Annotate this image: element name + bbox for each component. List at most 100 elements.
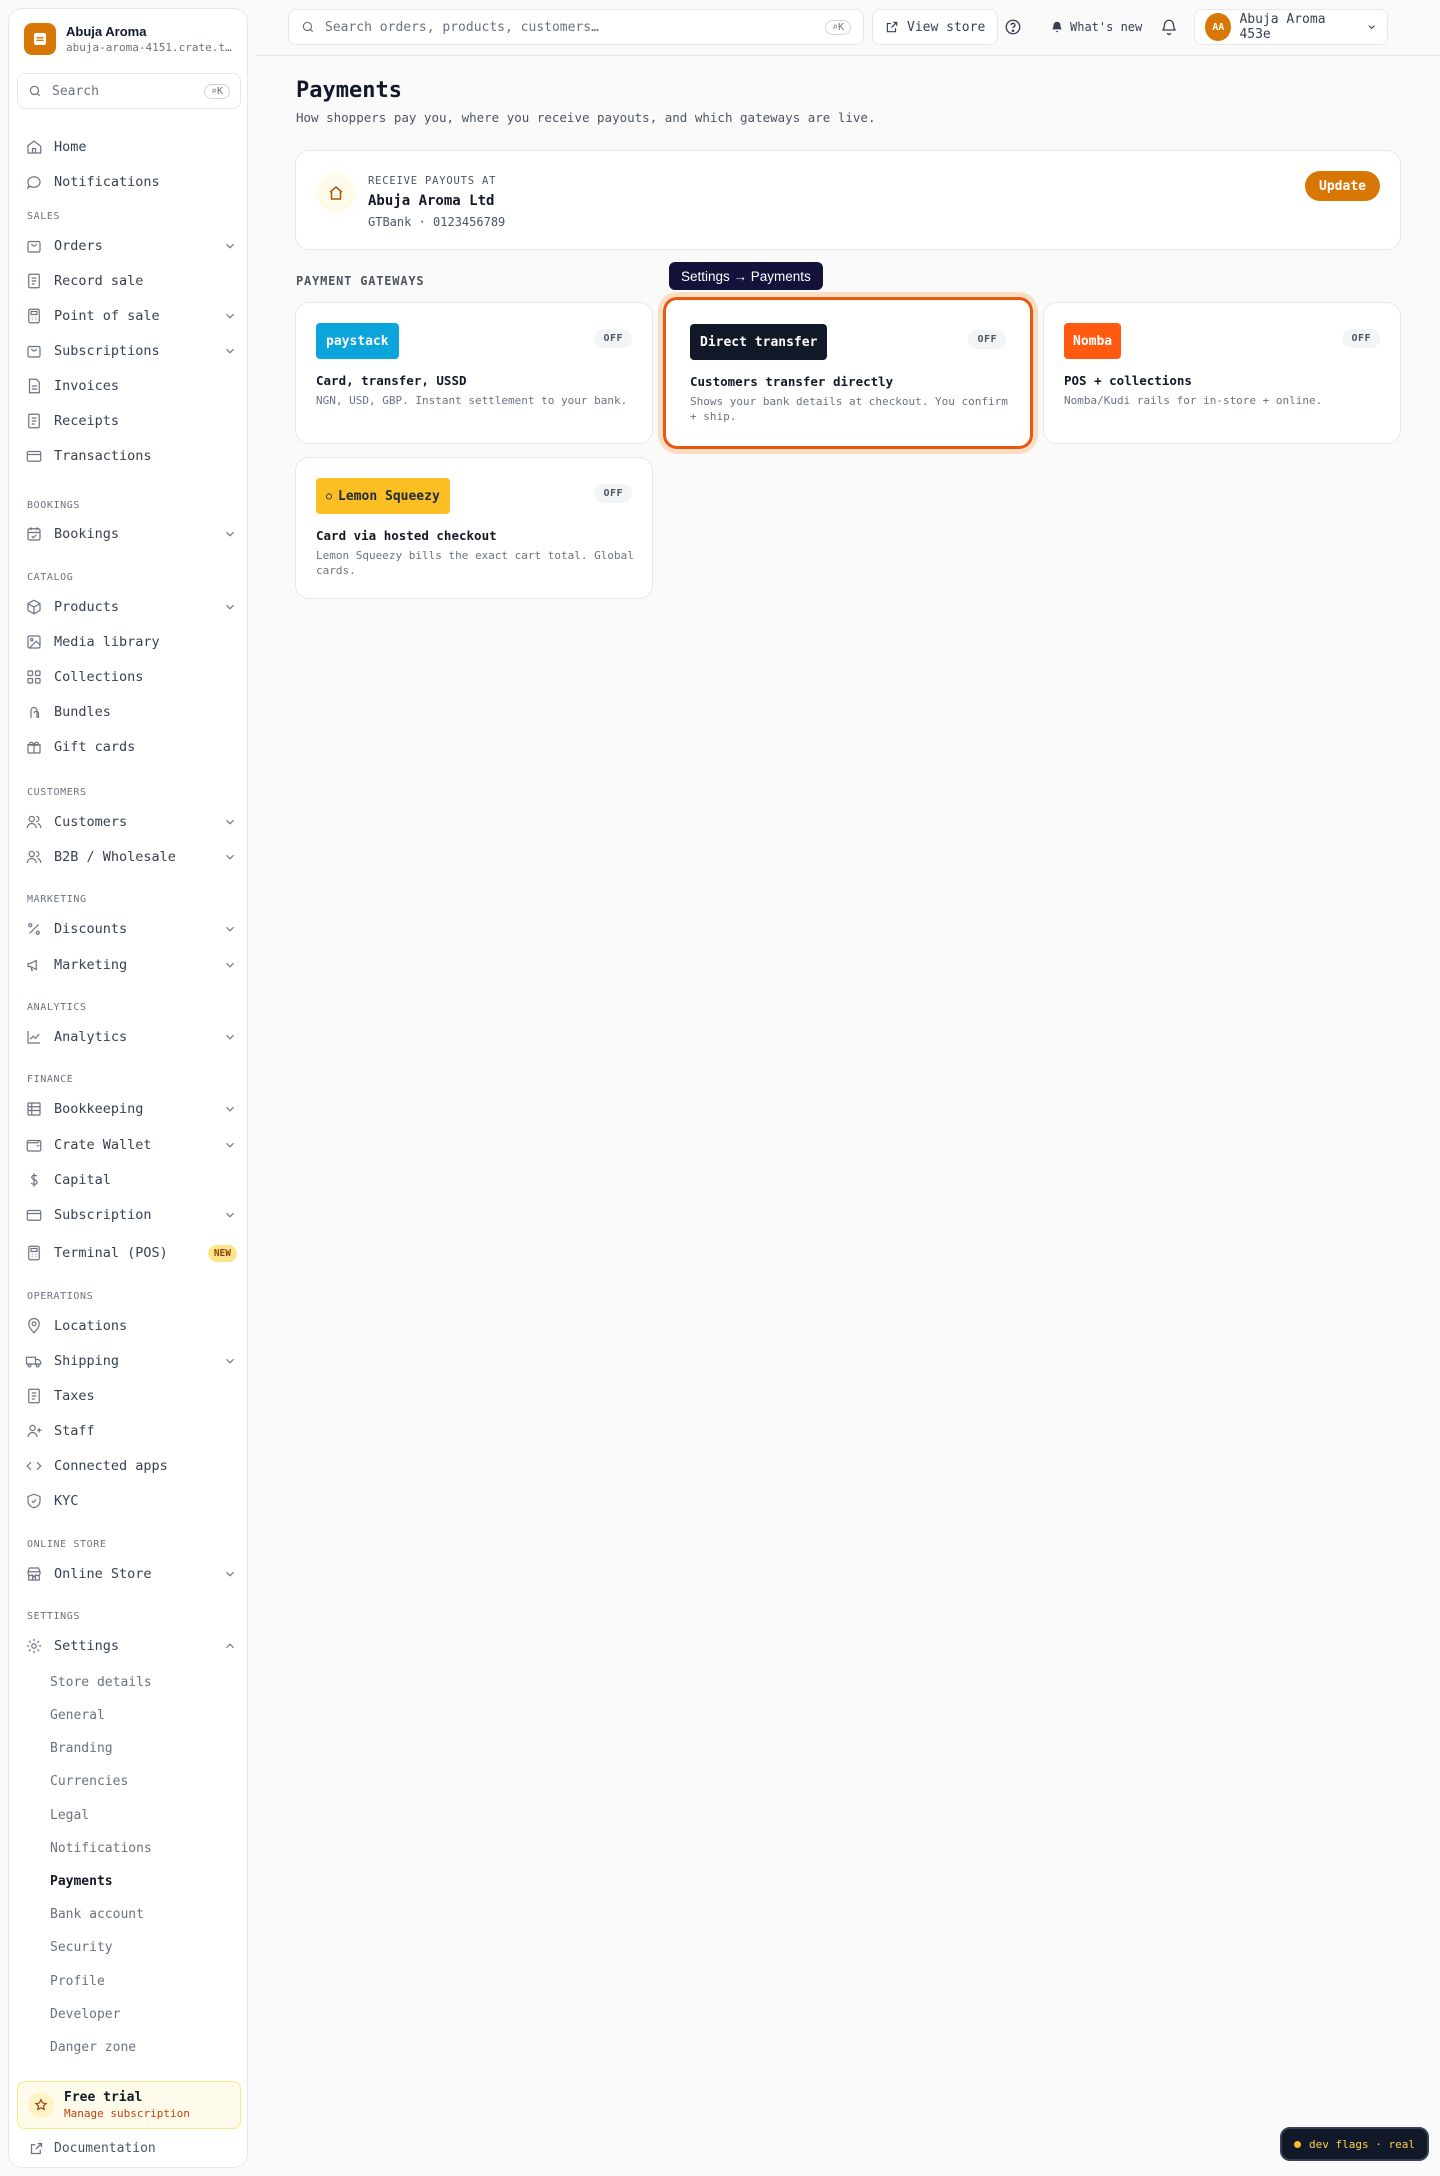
- gateway-status-badge[interactable]: OFF: [594, 329, 632, 348]
- settings-sub-bank-account[interactable]: Bank account: [50, 1907, 144, 1922]
- section-catalog: CATALOG: [27, 572, 74, 583]
- payout-account-name: Abuja Aroma Ltd: [368, 193, 495, 209]
- documentation-link[interactable]: Documentation: [29, 2141, 156, 2156]
- receipt-icon: [28, 273, 40, 289]
- sidebar-item-bookings[interactable]: Bookings: [25, 520, 237, 548]
- brand[interactable]: Abuja Aroma abuja-aroma-4151.crate.tools: [24, 23, 234, 55]
- sidebar-item-settings[interactable]: Settings: [25, 1632, 237, 1660]
- sidebar-item-customers[interactable]: Customers: [25, 808, 237, 836]
- settings-sub-legal[interactable]: Legal: [50, 1808, 89, 1823]
- whats-new-button[interactable]: What's new: [1050, 9, 1142, 45]
- update-payout-button[interactable]: Update: [1305, 171, 1380, 201]
- sidebar-item-notifications[interactable]: Notifications: [25, 168, 237, 196]
- gateway-card-nomba[interactable]: Nomba OFF POS + collections Nomba/Kudi r…: [1043, 302, 1401, 444]
- sidebar-search-input[interactable]: Search ⌕K: [17, 73, 241, 109]
- sidebar-item-shipping[interactable]: Shipping: [25, 1347, 237, 1375]
- sidebar-item-terminal-pos[interactable]: Terminal (POS) NEW: [25, 1239, 237, 1267]
- sidebar-item-products[interactable]: Products: [25, 593, 237, 621]
- sidebar-item-label: Notifications: [54, 174, 160, 190]
- settings-sub-branding[interactable]: Branding: [50, 1741, 113, 1756]
- dev-flags-pill[interactable]: dev flags · real: [1280, 2127, 1429, 2161]
- sidebar-item-marketing[interactable]: Marketing: [25, 951, 237, 979]
- sidebar-item-label: Bundles: [54, 704, 111, 720]
- free-trial-card[interactable]: Free trial Manage subscription: [17, 2081, 241, 2129]
- settings-sub-developer[interactable]: Developer: [50, 2007, 120, 2022]
- sidebar-item-staff[interactable]: Staff: [25, 1417, 237, 1445]
- settings-sub-store-details[interactable]: Store details: [50, 1675, 152, 1690]
- sidebar-item-locations[interactable]: Locations: [25, 1312, 237, 1340]
- sidebar-item-analytics[interactable]: Analytics: [25, 1023, 237, 1051]
- chevron-down-icon: [226, 313, 234, 319]
- sidebar-item-label: Shipping: [54, 1353, 120, 1369]
- sidebar-item-invoices[interactable]: Invoices: [25, 372, 237, 400]
- sidebar-item-home[interactable]: Home: [25, 133, 237, 161]
- chevron-down-icon: [226, 531, 234, 537]
- settings-sub-security[interactable]: Security: [50, 1940, 113, 1955]
- sidebar-item-record-sale[interactable]: Record sale: [25, 267, 237, 295]
- chevron-down-icon: [226, 926, 234, 932]
- gateway-status-badge[interactable]: OFF: [594, 484, 632, 503]
- manage-subscription-link[interactable]: Manage subscription: [64, 2107, 190, 2120]
- chevron-down-icon: [226, 1212, 234, 1218]
- global-search-placeholder: Search orders, products, customers…: [325, 19, 599, 35]
- sidebar-item-capital[interactable]: Capital: [25, 1166, 237, 1194]
- sidebar-item-subscriptions[interactable]: Subscriptions: [25, 337, 237, 365]
- gateway-status-badge[interactable]: OFF: [968, 330, 1006, 349]
- store-logo-icon: [24, 23, 56, 55]
- sidebar-item-label: Transactions: [54, 448, 152, 464]
- gateway-description: Nomba/Kudi rails for in-store + online.: [1064, 394, 1323, 407]
- sidebar-item-kyc[interactable]: KYC: [25, 1487, 237, 1515]
- gateway-status-badge[interactable]: OFF: [1342, 329, 1380, 348]
- sidebar-item-label: Customers: [54, 814, 128, 830]
- help-button[interactable]: [1004, 9, 1022, 45]
- sidebar-item-subscription[interactable]: Subscription: [25, 1201, 237, 1229]
- chat-bubble-icon: [26, 176, 41, 190]
- sidebar-item-transactions[interactable]: Transactions: [25, 442, 237, 470]
- sidebar-item-media-library[interactable]: Media library: [25, 628, 237, 656]
- settings-sub-danger-zone[interactable]: Danger zone: [50, 2040, 136, 2055]
- settings-sub-notifications[interactable]: Notifications: [50, 1841, 152, 1856]
- sidebar-item-receipts[interactable]: Receipts: [25, 407, 237, 435]
- bell-icon: [1162, 19, 1176, 36]
- grid-icon: [27, 670, 41, 684]
- sidebar-item-collections[interactable]: Collections: [25, 663, 237, 691]
- sidebar-item-point-of-sale[interactable]: Point of sale: [25, 302, 237, 330]
- store-url: abuja-aroma-4151.crate.tools: [66, 41, 232, 54]
- sidebar-item-orders[interactable]: Orders: [25, 232, 237, 260]
- gateway-card-lemon-squeezy[interactable]: ○ Lemon Squeezy OFF Card via hosted chec…: [295, 457, 653, 599]
- view-store-button[interactable]: View store: [872, 9, 999, 45]
- account-menu-button[interactable]: AA Abuja Aroma 453e: [1194, 9, 1388, 45]
- store-icon: [27, 1567, 41, 1581]
- notifications-button[interactable]: [1160, 9, 1178, 45]
- sidebar-item-label: Terminal (POS): [54, 1245, 168, 1261]
- status-dot-icon: [1294, 2140, 1301, 2148]
- ledger-icon: [27, 1102, 41, 1116]
- settings-sub-profile[interactable]: Profile: [50, 1974, 105, 1989]
- sidebar-item-online-store[interactable]: Online Store: [25, 1560, 237, 1588]
- settings-sub-general[interactable]: General: [50, 1708, 105, 1723]
- breadcrumb-tooltip: Settings → Payments: [669, 262, 823, 290]
- settings-sub-payments[interactable]: Payments: [50, 1874, 113, 1889]
- chevron-down-icon: [226, 604, 234, 610]
- sidebar-item-label: Discounts: [54, 921, 128, 937]
- megaphone-icon: [1052, 21, 1062, 33]
- section-customers: CUSTOMERS: [27, 787, 87, 798]
- chevron-down-icon: [226, 1358, 234, 1364]
- gateway-card-paystack[interactable]: paystack OFF Card, transfer, USSD NGN, U…: [295, 302, 653, 444]
- global-search-input[interactable]: Search orders, products, customers… ⌕K: [288, 9, 864, 45]
- sidebar-item-taxes[interactable]: Taxes: [25, 1382, 237, 1410]
- sidebar-item-bookkeeping[interactable]: Bookkeeping: [25, 1095, 237, 1123]
- sidebar-item-discounts[interactable]: Discounts: [25, 915, 237, 943]
- sidebar-item-connected-apps[interactable]: Connected apps: [25, 1452, 237, 1480]
- gateway-card-direct-transfer[interactable]: Direct transfer OFF Customers transfer d…: [663, 297, 1033, 449]
- star-icon: [28, 2092, 54, 2118]
- sidebar-item-b2b-wholesale[interactable]: B2B / Wholesale: [25, 843, 237, 871]
- sidebar-item-crate-wallet[interactable]: Crate Wallet: [25, 1131, 237, 1159]
- sidebar-item-bundles[interactable]: Bundles: [25, 698, 237, 726]
- chevron-down-icon: [226, 819, 234, 825]
- sidebar-item-label: Collections: [54, 669, 144, 685]
- sidebar-item-gift-cards[interactable]: Gift cards: [25, 733, 237, 761]
- sidebar-item-label: Bookings: [54, 526, 120, 542]
- settings-sub-currencies[interactable]: Currencies: [50, 1774, 128, 1789]
- gateways-heading: PAYMENT GATEWAYS: [296, 274, 425, 288]
